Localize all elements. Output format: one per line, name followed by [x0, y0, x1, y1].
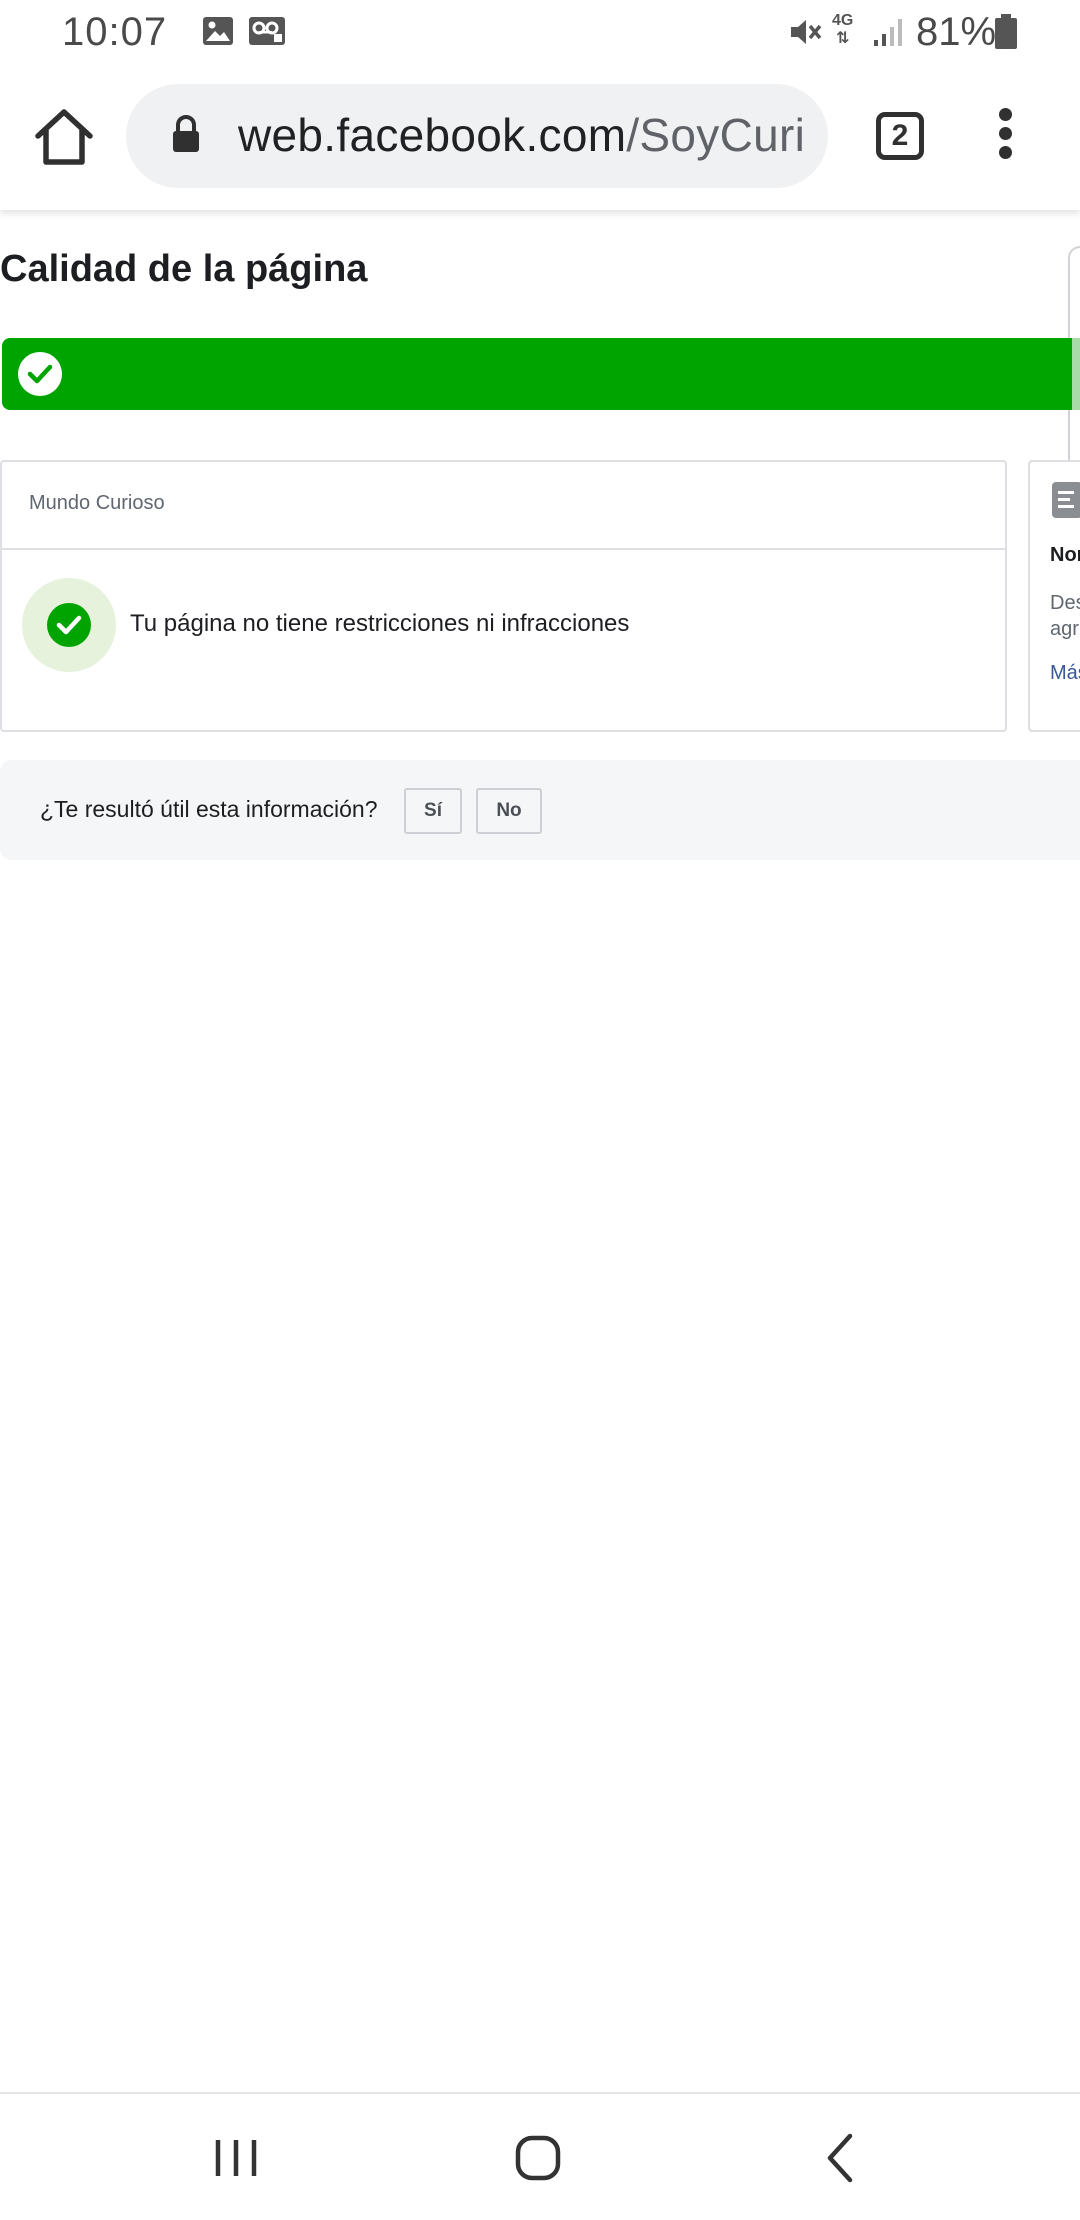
side-card-desc-line-1: Des	[1050, 592, 1080, 614]
network-label: 4G	[832, 12, 854, 29]
yes-button[interactable]: Sí	[404, 788, 462, 834]
status-time: 10:07	[62, 10, 168, 54]
battery-percentage: 81%	[916, 10, 997, 54]
page-name: Mundo Curioso	[29, 492, 165, 514]
url-path: /SoyCuri	[626, 109, 806, 161]
banner-edge	[1072, 338, 1080, 410]
side-card-title: Nor	[1050, 544, 1080, 566]
page-status-card: Mundo Curioso Tu página no tiene restric…	[0, 460, 1007, 732]
address-bar[interactable]: web.facebook.com/SoyCuri	[126, 84, 828, 188]
check-circle-icon	[18, 352, 62, 396]
page-title: Calidad de la página	[0, 248, 368, 290]
check-circle-icon	[47, 603, 91, 647]
side-card-desc-line-2: agr	[1050, 618, 1079, 640]
home-nav-icon[interactable]	[502, 2122, 574, 2194]
no-button[interactable]: No	[476, 788, 542, 834]
card-header: Mundo Curioso	[2, 462, 1005, 550]
battery-icon	[995, 14, 1017, 49]
voicemail-icon	[249, 17, 285, 45]
url-text[interactable]: web.facebook.com/SoyCuri	[238, 108, 805, 162]
status-bar: 10:07 4G ⇅ 81%	[0, 0, 1080, 64]
navigation-bar	[0, 2092, 1080, 2220]
side-card-link[interactable]: Más	[1050, 662, 1080, 685]
status-message: Tu página no tiene restricciones ni infr…	[130, 610, 630, 637]
url-domain: web.facebook.com	[238, 109, 627, 161]
home-icon[interactable]	[30, 104, 98, 172]
recent-apps-icon[interactable]	[200, 2122, 272, 2194]
page-quality-status-banner	[2, 338, 1080, 410]
browser-toolbar: web.facebook.com/SoyCuri 2	[0, 64, 1080, 210]
feedback-bar: ¿Te resultó útil esta información? Sí No	[0, 760, 1080, 860]
side-card-description: Des agr	[1050, 590, 1080, 642]
tab-switcher-button[interactable]: 2	[876, 112, 924, 160]
signal-icon	[874, 19, 902, 46]
screen: 10:07 4G ⇅ 81% web.facebook.com/SoyCuri …	[0, 0, 1080, 2220]
back-icon[interactable]	[804, 2122, 876, 2194]
document-icon	[1052, 482, 1080, 518]
lock-icon	[173, 115, 199, 152]
more-options-icon[interactable]	[990, 108, 1020, 168]
status-bubble	[22, 578, 116, 672]
community-standards-card: Nor Des agr Más	[1028, 460, 1080, 732]
image-icon	[203, 17, 233, 45]
mute-icon	[791, 20, 822, 44]
feedback-question: ¿Te resultó útil esta información?	[40, 796, 378, 822]
network-4g-icon: 4G ⇅	[832, 12, 854, 47]
